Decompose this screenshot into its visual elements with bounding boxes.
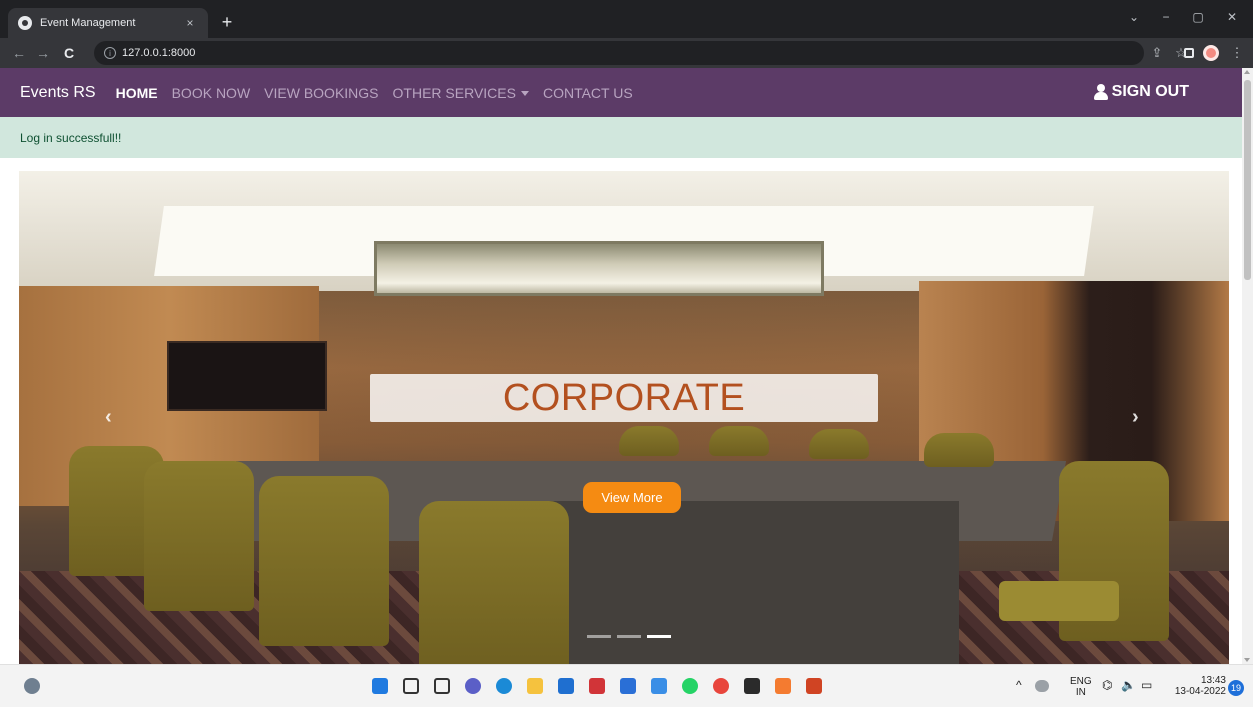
reload-button[interactable]: C [60, 44, 78, 62]
address-url: 127.0.0.1:8000 [122, 47, 196, 59]
app-red-icon[interactable] [589, 678, 605, 694]
sign-out-link[interactable]: SIGN OUT [1093, 83, 1189, 101]
language-indicator[interactable]: ENG IN [1070, 676, 1092, 698]
slide-caption-box: CORPORATE [370, 374, 878, 422]
login-success-alert: Log in successfull!! [0, 117, 1242, 158]
network-app-icon[interactable] [1035, 680, 1049, 692]
page-scrollbar[interactable] [1242, 68, 1253, 664]
minimize-button[interactable]: − [1152, 10, 1180, 24]
nav-book-now[interactable]: BOOK NOW [172, 85, 251, 101]
user-icon [1093, 84, 1108, 100]
chrome-icon[interactable] [713, 678, 729, 694]
tab-title: Event Management [40, 17, 136, 29]
tab-close-icon[interactable]: × [182, 16, 198, 30]
carousel-indicators [584, 635, 674, 638]
new-tab-button[interactable]: + [216, 12, 238, 32]
battery-icon[interactable]: ▭ [1141, 679, 1152, 691]
windows-start-icon[interactable] [372, 678, 388, 694]
nav-other-services[interactable]: OTHER SERVICES [393, 85, 529, 101]
volume-icon[interactable]: 🔈 [1121, 679, 1136, 691]
site-brand[interactable]: Events RS [20, 84, 96, 102]
site-info-icon[interactable]: i [104, 47, 116, 59]
carousel-prev-icon[interactable]: ‹ [105, 406, 112, 429]
browser-tab[interactable]: Event Management × [8, 8, 208, 38]
wifi-icon[interactable]: ⌬ [1102, 679, 1112, 691]
caret-down-icon [520, 91, 529, 97]
notification-badge[interactable]: 19 [1228, 680, 1244, 696]
clock-date: 13-04-2022 [1174, 686, 1226, 697]
terminal-icon[interactable] [744, 678, 760, 694]
carousel-indicator-2[interactable] [617, 635, 641, 638]
address-bar[interactable]: i 127.0.0.1:8000 [94, 41, 1144, 65]
hero-carousel: CORPORATE View More ‹ › [19, 171, 1229, 664]
tab-search-icon[interactable]: ⌄ [1120, 10, 1148, 24]
weather-widget-icon[interactable] [24, 678, 40, 694]
browser-tab-strip: Event Management × + ⌄ − ▢ ✕ [0, 0, 1253, 38]
clock[interactable]: 13:43 13-04-2022 [1166, 675, 1226, 697]
page-viewport: Events RS HOME BOOK NOW VIEW BOOKINGS OT… [0, 68, 1242, 664]
nav-home[interactable]: HOME [116, 85, 158, 101]
carousel-next-icon[interactable]: › [1132, 406, 1139, 429]
language-code: ENG [1070, 676, 1092, 687]
store-icon[interactable] [558, 678, 574, 694]
back-button[interactable]: ← [10, 44, 28, 62]
carousel-indicator-3[interactable] [647, 635, 671, 638]
show-hidden-icons-chevron[interactable]: ^ [1016, 679, 1022, 691]
slide-caption-title: CORPORATE [502, 376, 746, 419]
nav-other-services-label: OTHER SERVICES [392, 84, 516, 101]
scroll-down-icon[interactable] [1244, 658, 1250, 662]
file-explorer-icon[interactable] [527, 678, 543, 694]
side-panel-icon[interactable] [1184, 48, 1194, 58]
scrollbar-thumb[interactable] [1244, 80, 1251, 280]
sign-out-label: SIGN OUT [1111, 83, 1189, 100]
notepad-icon[interactable] [651, 678, 667, 694]
task-view-icon[interactable] [434, 678, 450, 694]
view-more-button[interactable]: View More [583, 482, 681, 513]
scroll-up-icon[interactable] [1244, 70, 1250, 74]
language-region: IN [1075, 687, 1086, 698]
profile-avatar[interactable] [1203, 45, 1219, 61]
site-navbar: Events RS HOME BOOK NOW VIEW BOOKINGS OT… [0, 68, 1242, 117]
clock-time: 13:43 [1200, 675, 1226, 686]
search-icon[interactable] [403, 678, 419, 694]
maximize-button[interactable]: ▢ [1184, 10, 1212, 24]
chat-icon[interactable] [465, 678, 481, 694]
alert-message: Log in successfull!! [20, 130, 122, 145]
xampp-icon[interactable] [775, 678, 791, 694]
edge-icon[interactable] [496, 678, 512, 694]
windows-taskbar: ^ ENG IN ⌬ 🔈 ▭ 13:43 13-04-2022 19 [0, 664, 1253, 707]
mail-icon[interactable] [620, 678, 636, 694]
browser-toolbar: ← → C i 127.0.0.1:8000 ⇪ ☆ ⋮ [0, 38, 1253, 68]
carousel-indicator-1[interactable] [587, 635, 611, 638]
forward-button[interactable]: → [34, 44, 52, 62]
nav-view-bookings[interactable]: VIEW BOOKINGS [264, 85, 378, 101]
share-icon[interactable]: ⇪ [1148, 44, 1166, 62]
nav-contact-us[interactable]: CONTACT US [543, 85, 633, 101]
powerpoint-icon[interactable] [806, 678, 822, 694]
close-window-button[interactable]: ✕ [1218, 10, 1246, 24]
browser-menu-icon[interactable]: ⋮ [1228, 44, 1246, 62]
whatsapp-icon[interactable] [682, 678, 698, 694]
site-favicon-icon [18, 16, 32, 30]
